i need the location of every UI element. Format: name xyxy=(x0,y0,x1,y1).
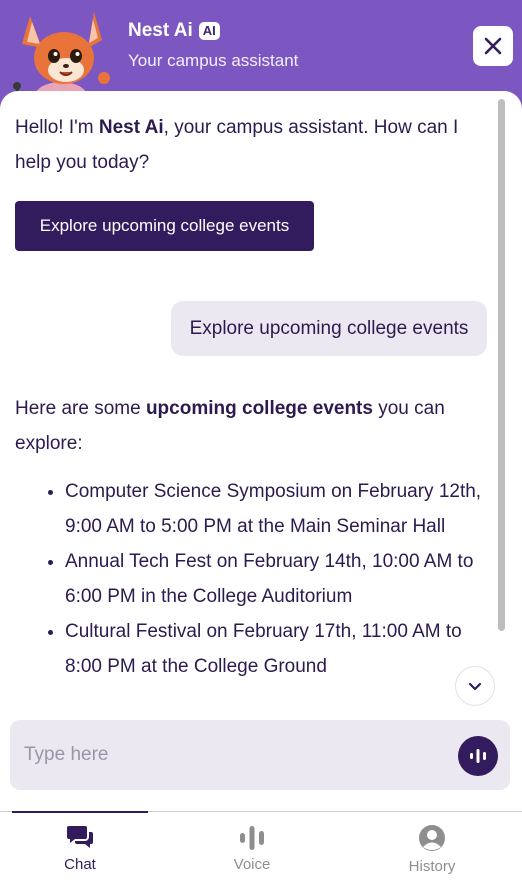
message-list[interactable]: Hello! I'm Nest Ai, your campus assistan… xyxy=(0,91,505,706)
event-item: Computer Science Symposium on February 1… xyxy=(65,474,491,544)
nav-label-chat: Chat xyxy=(64,856,96,873)
voice-wave-icon xyxy=(470,749,486,763)
greeting-prefix: Hello! I'm xyxy=(15,117,99,138)
nav-label-voice: Voice xyxy=(233,856,271,873)
chat-bubbles-icon xyxy=(67,826,93,848)
suggestion-button[interactable]: Explore upcoming college events xyxy=(15,201,314,251)
fox-mascot-icon xyxy=(13,12,110,100)
user-circle-icon xyxy=(419,825,445,851)
nav-tab-chat[interactable]: Chat xyxy=(20,824,140,884)
message-input[interactable] xyxy=(24,740,424,770)
chat-panel: Hello! I'm Nest Ai, your campus assistan… xyxy=(0,91,522,811)
reply-prefix: Here are some xyxy=(15,398,146,419)
scrollbar[interactable] xyxy=(498,99,505,631)
ai-badge: AI xyxy=(198,22,220,40)
bot-reply-intro: Here are some upcoming college events yo… xyxy=(15,391,485,461)
voice-input-button[interactable] xyxy=(458,736,498,776)
nav-tab-voice[interactable]: Voice xyxy=(192,824,312,884)
bottom-navigation: Chat Voice History xyxy=(0,811,522,890)
user-message-bubble: Explore upcoming college events xyxy=(171,301,487,356)
close-icon xyxy=(484,37,502,55)
active-tab-indicator xyxy=(12,811,148,813)
nav-label-history: History xyxy=(408,858,456,875)
assistant-name: Nest Ai xyxy=(128,20,193,41)
greeting-name: Nest Ai xyxy=(98,117,164,138)
voice-bars-icon xyxy=(240,826,264,850)
close-button[interactable] xyxy=(473,26,513,66)
message-composer xyxy=(10,720,510,790)
header-title-row: Nest Ai AI xyxy=(128,20,220,42)
bot-greeting-message: Hello! I'm Nest Ai, your campus assistan… xyxy=(15,110,485,180)
scroll-down-button[interactable] xyxy=(455,666,495,706)
nav-tab-history[interactable]: History xyxy=(372,824,492,884)
event-item: Annual Tech Fest on February 14th, 10:00… xyxy=(65,544,491,614)
assistant-subtitle: Your campus assistant xyxy=(128,51,299,70)
event-item: Cultural Festival on February 17th, 11:0… xyxy=(65,614,491,684)
chevron-down-icon xyxy=(468,682,482,691)
event-list: Computer Science Symposium on February 1… xyxy=(65,474,491,684)
reply-bold: upcoming college events xyxy=(145,398,373,419)
